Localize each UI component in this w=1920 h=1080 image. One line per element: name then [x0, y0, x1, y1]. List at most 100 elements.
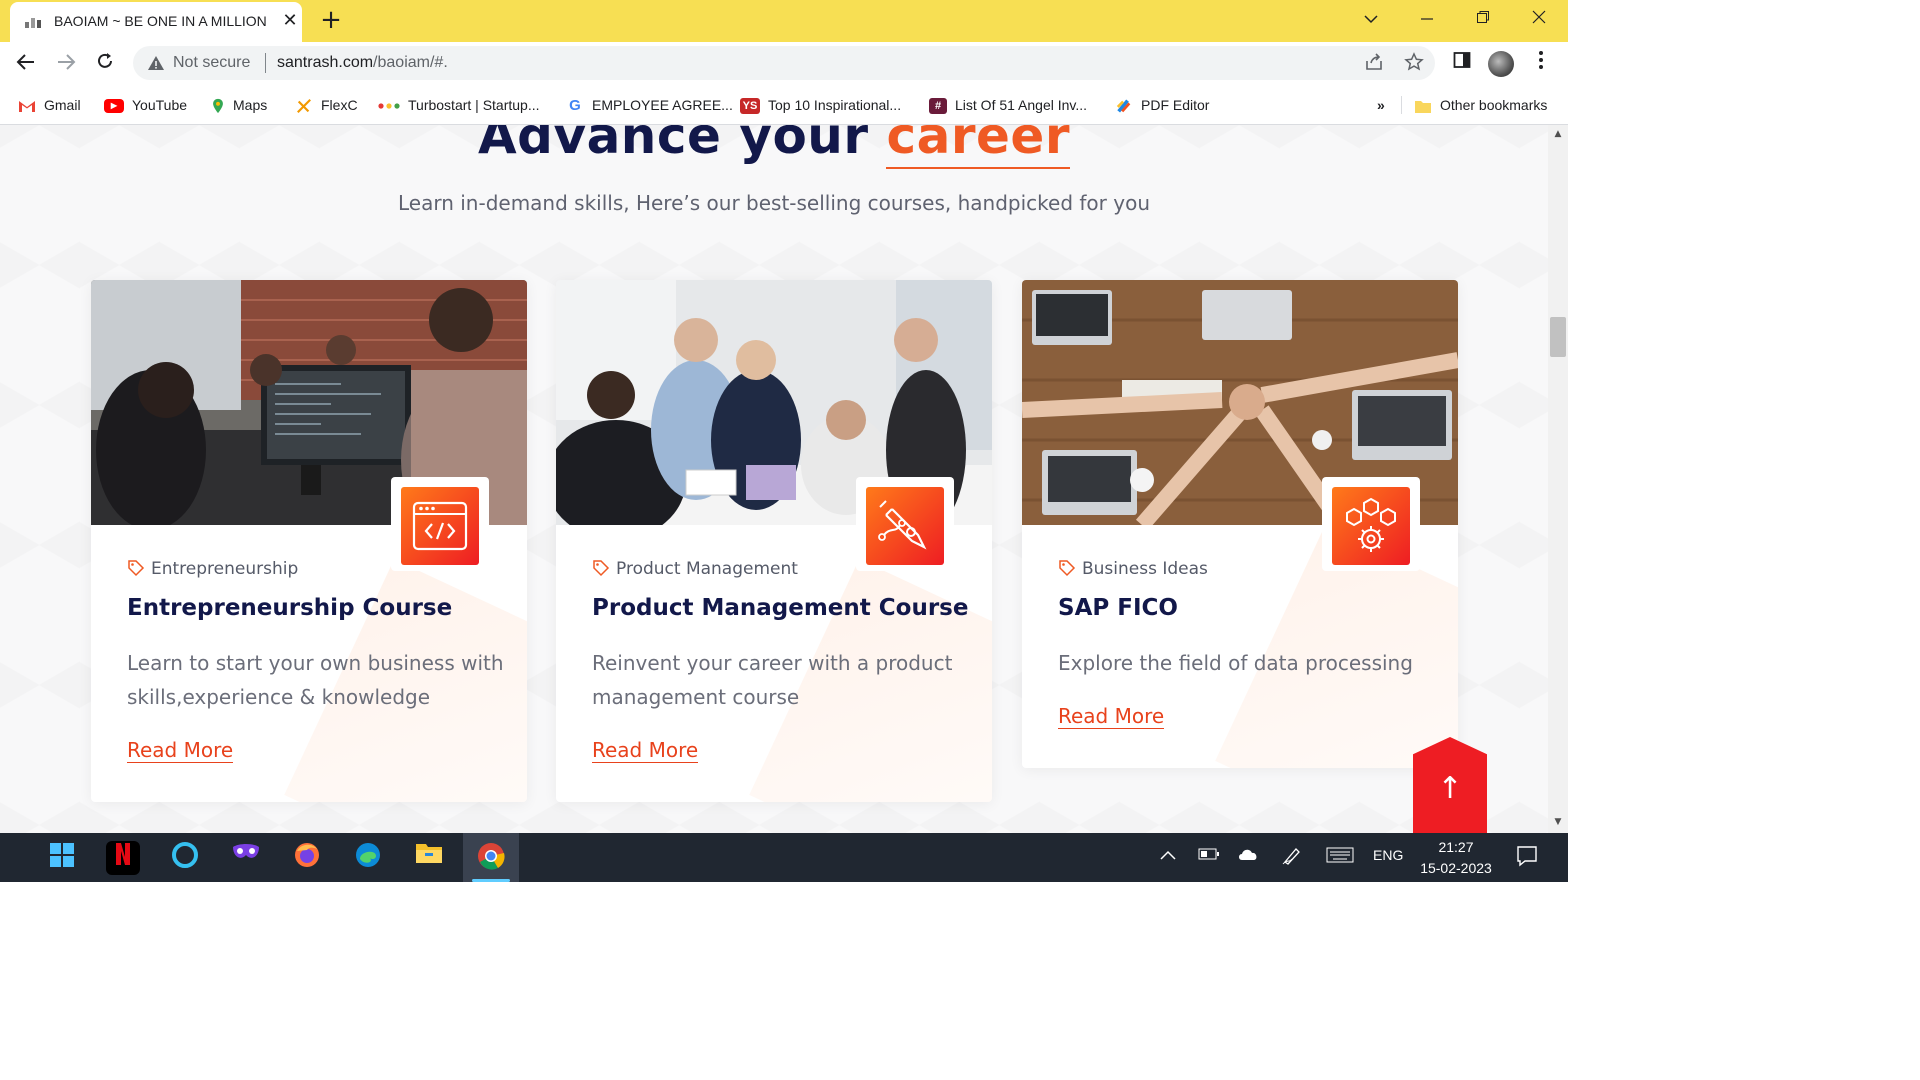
- windows-start-icon[interactable]: [45, 841, 79, 875]
- share-icon[interactable]: [1363, 52, 1385, 74]
- active-app-indicator: [472, 879, 510, 882]
- folder-icon: [1415, 101, 1431, 114]
- bookmark-employee-agreement[interactable]: G EMPLOYEE AGREE...: [566, 94, 733, 116]
- tab-title: BAOIAM ~ BE ONE IN A MILLION: [54, 13, 267, 29]
- scrollbar-thumb[interactable]: [1550, 317, 1566, 357]
- browser-toolbar: Not secure santrash.com/baoiam/#.: [0, 42, 1568, 86]
- youtube-icon: ▶: [104, 99, 124, 114]
- side-panel-icon[interactable]: [1448, 50, 1476, 78]
- windows-taskbar: ENG 21:27 15-02-2023: [0, 833, 1568, 882]
- onedrive-cloud-icon[interactable]: [1237, 847, 1259, 864]
- scroll-to-top-button[interactable]: ↑: [1413, 737, 1487, 833]
- flexc-icon: [297, 99, 311, 114]
- scroll-up-arrow-icon[interactable]: ▲: [1552, 129, 1564, 139]
- url-text[interactable]: santrash.com/baoiam/#.: [277, 54, 448, 72]
- security-status[interactable]: Not secure: [173, 54, 250, 72]
- course-card-entrepreneurship[interactable]: Entrepreneurship Entrepreneurship Course…: [91, 280, 527, 802]
- card-title[interactable]: Product Management Course: [592, 595, 968, 621]
- tag-icon: [593, 560, 610, 577]
- card-description: Learn to start your own business with sk…: [127, 651, 504, 709]
- restore-icon[interactable]: [1463, 6, 1503, 32]
- tab-strip: BAOIAM ~ BE ONE IN A MILLION ✕ +: [0, 0, 1568, 42]
- chrome-icon: [478, 843, 505, 870]
- edge-icon[interactable]: [351, 841, 385, 875]
- minimize-icon[interactable]: [1407, 6, 1447, 32]
- read-more-link[interactable]: Read More: [1058, 704, 1165, 729]
- headline-accent: career: [886, 125, 1071, 169]
- reload-icon[interactable]: [91, 50, 119, 78]
- battery-icon[interactable]: [1198, 847, 1220, 864]
- bookmark-angel-investors[interactable]: # List Of 51 Angel Inv...: [929, 94, 1087, 116]
- tray-chevron-up-icon[interactable]: [1160, 847, 1176, 863]
- mask-app-icon[interactable]: [229, 841, 263, 875]
- tab-search-chevron-icon[interactable]: [1351, 6, 1391, 32]
- vertical-scrollbar[interactable]: ▲ ▼: [1548, 125, 1568, 833]
- menu-kebab-icon[interactable]: [1527, 50, 1555, 78]
- tag-icon: [128, 560, 145, 577]
- code-window-icon: [401, 487, 479, 565]
- page-content: Advance your career Learn in-demand skil…: [0, 125, 1548, 833]
- card-category: Business Ideas: [1058, 559, 1208, 579]
- cubes-gear-icon: [1332, 487, 1410, 565]
- card-icon-box: [856, 477, 954, 571]
- card-title[interactable]: SAP FICO: [1058, 595, 1178, 621]
- bookmark-turbostart[interactable]: Turbostart | Startup...: [378, 94, 540, 116]
- inc42-icon: #: [929, 98, 947, 115]
- scroll-down-arrow-icon[interactable]: ▼: [1552, 817, 1564, 827]
- other-bookmarks-folder[interactable]: Other bookmarks: [1414, 94, 1547, 116]
- netflix-icon[interactable]: [106, 841, 140, 875]
- card-title[interactable]: Entrepreneurship Course: [127, 595, 452, 621]
- course-card-sap-fico[interactable]: Business Ideas SAP FICO Explore the fiel…: [1022, 280, 1458, 768]
- cortana-icon[interactable]: [168, 841, 202, 875]
- card-description: Reinvent your career with a product mana…: [592, 651, 953, 709]
- taskbar-clock[interactable]: 21:27 15-02-2023: [1418, 837, 1494, 879]
- tab-close-icon[interactable]: ✕: [278, 9, 302, 33]
- notification-center-icon[interactable]: [1516, 845, 1538, 870]
- bookmark-maps[interactable]: Maps: [211, 94, 267, 116]
- gmail-icon: [19, 101, 35, 113]
- warning-icon[interactable]: [147, 54, 165, 72]
- omnibox-separator: [265, 53, 266, 73]
- chrome-taskbar-button[interactable]: [463, 833, 519, 882]
- course-card-product-management[interactable]: Product Management Product Management Co…: [556, 280, 992, 802]
- clock-date: 15-02-2023: [1420, 860, 1492, 876]
- clock-time: 21:27: [1438, 839, 1474, 855]
- url-host: santrash.com: [277, 54, 374, 71]
- close-window-icon[interactable]: [1519, 6, 1559, 32]
- forward-arrow-icon[interactable]: [52, 50, 80, 78]
- read-more-link[interactable]: Read More: [592, 738, 699, 763]
- yourstory-icon: YS: [740, 98, 760, 115]
- bookmarks-bar: Gmail ▶ YouTube Maps FlexC Turbostart | S…: [0, 86, 1568, 125]
- profile-avatar[interactable]: [1488, 51, 1514, 77]
- firefox-icon[interactable]: [290, 841, 324, 875]
- pen-icon[interactable]: [1282, 847, 1302, 868]
- read-more-link[interactable]: Read More: [127, 738, 234, 763]
- baoiam-favicon-icon: [25, 18, 41, 28]
- pdf-editor-icon: [1116, 99, 1131, 113]
- card-category: Entrepreneurship: [127, 559, 298, 579]
- bookmark-flexc[interactable]: FlexC: [295, 94, 358, 116]
- bookmark-youtube[interactable]: ▶ YouTube: [104, 94, 187, 116]
- browser-tab-active[interactable]: BAOIAM ~ BE ONE IN A MILLION ✕: [10, 2, 302, 42]
- keyboard-icon[interactable]: [1326, 847, 1354, 866]
- bookmark-star-icon[interactable]: [1403, 52, 1425, 74]
- address-bar[interactable]: Not secure santrash.com/baoiam/#.: [133, 46, 1435, 80]
- maps-icon: [213, 99, 223, 114]
- bookmark-gmail[interactable]: Gmail: [18, 94, 81, 116]
- back-arrow-icon[interactable]: [12, 50, 40, 78]
- tag-icon: [1059, 560, 1076, 577]
- file-explorer-icon[interactable]: [412, 841, 446, 875]
- google-icon: G: [569, 97, 581, 115]
- headline-main: Advance your: [477, 125, 869, 165]
- bookmark-pdf-editor[interactable]: PDF Editor: [1115, 94, 1209, 116]
- card-description: Explore the field of data processing: [1058, 651, 1413, 675]
- bookmarks-overflow-button[interactable]: »: [1377, 94, 1385, 116]
- new-tab-button[interactable]: +: [318, 7, 344, 34]
- card-icon-box: [391, 477, 489, 571]
- section-headline: Advance your career: [0, 125, 1548, 169]
- bookmark-top-10[interactable]: YS Top 10 Inspirational...: [740, 94, 901, 116]
- arrow-up-icon: ↑: [1437, 771, 1463, 806]
- bookmarks-divider: [1401, 96, 1402, 114]
- url-path: /baoiam/#.: [373, 54, 448, 71]
- language-indicator[interactable]: ENG: [1373, 847, 1403, 863]
